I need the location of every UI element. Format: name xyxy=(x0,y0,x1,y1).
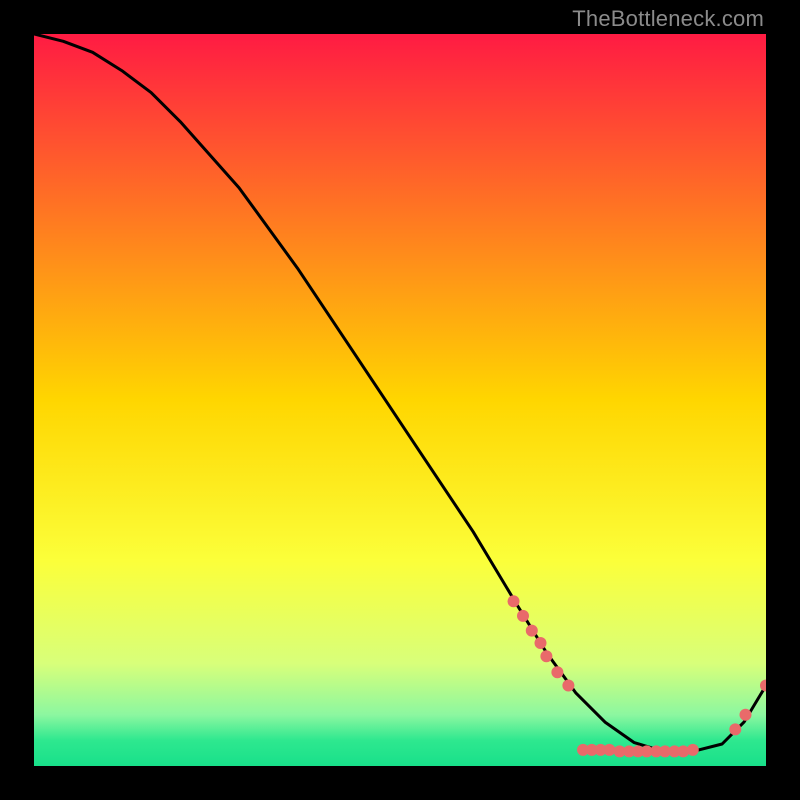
marker-dot xyxy=(535,637,547,649)
marker-dot xyxy=(517,610,529,622)
chart-plot xyxy=(34,34,766,766)
marker-dot xyxy=(551,666,563,678)
marker-dot xyxy=(526,625,538,637)
marker-dot xyxy=(687,744,699,756)
chart-frame: TheBottleneck.com xyxy=(0,0,800,800)
marker-dot xyxy=(729,723,741,735)
marker-dot xyxy=(508,595,520,607)
chart-background xyxy=(34,34,766,766)
watermark-label: TheBottleneck.com xyxy=(572,6,764,32)
marker-dot xyxy=(540,650,552,662)
marker-dot xyxy=(603,744,615,756)
marker-dot xyxy=(562,680,574,692)
marker-dot xyxy=(740,709,752,721)
